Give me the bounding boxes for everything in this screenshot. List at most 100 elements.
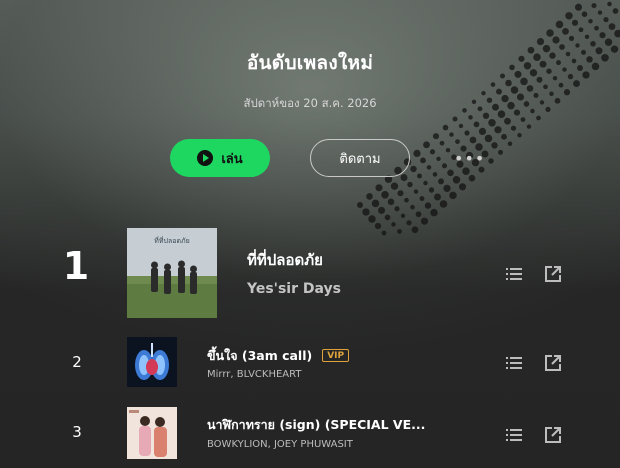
- dot: [536, 115, 541, 121]
- dot: [449, 191, 457, 200]
- play-button[interactable]: เล่น: [170, 139, 270, 177]
- album-cover[interactable]: [127, 337, 177, 387]
- dot: [419, 196, 425, 202]
- dot: [565, 12, 573, 20]
- dot: [478, 127, 487, 136]
- dot: [575, 43, 580, 48]
- dot: [443, 184, 451, 193]
- dot: [603, 16, 609, 23]
- track-row[interactable]: 1 ที่ที่ปลอดภัย ที่ที่ปลอดภัย Yes'sir Da…: [0, 228, 620, 318]
- dot: [607, 1, 612, 7]
- dot: [578, 27, 584, 33]
- follow-button[interactable]: ติดตาม: [310, 139, 410, 177]
- dot: [366, 193, 373, 200]
- dot: [377, 206, 386, 214]
- action-bar: เล่น ติดตาม •••: [170, 139, 530, 177]
- dot: [468, 115, 473, 120]
- track-artists[interactable]: BOWKYLION, JOEY PHUWASIT: [207, 439, 353, 450]
- dot: [552, 36, 560, 44]
- dot: [371, 199, 380, 208]
- dot: [430, 208, 438, 217]
- track-title[interactable]: ขึ้นใจ (3am call): [207, 348, 312, 363]
- dot: [413, 189, 419, 194]
- dot: [536, 37, 545, 46]
- dot: [599, 32, 606, 39]
- chart-header: อันดับเพลงใหม่ สัปดาห์ของ 20 ส.ค. 2026: [0, 48, 620, 113]
- dot: [464, 130, 470, 136]
- dot: [406, 220, 412, 226]
- play-button-label: เล่น: [221, 151, 243, 167]
- dot: [594, 25, 599, 31]
- share-icon[interactable]: [544, 354, 562, 372]
- dot: [415, 211, 422, 218]
- dot: [458, 123, 464, 129]
- dot: [526, 124, 532, 129]
- track-row[interactable]: 3 นาฬิกาทราย (sign) (SPECIAL VE... BOWKY…: [0, 407, 620, 459]
- dot: [423, 180, 428, 186]
- dot: [504, 117, 511, 125]
- dot: [520, 117, 526, 122]
- dot: [390, 182, 399, 190]
- dot: [604, 38, 613, 46]
- dot: [394, 206, 400, 212]
- dot: [588, 18, 593, 24]
- track-rank: 2: [72, 353, 82, 371]
- dot: [424, 202, 432, 209]
- album-cover[interactable]: ที่ที่ปลอดภัย: [127, 228, 217, 318]
- track-rank: 3: [72, 423, 82, 441]
- dot: [404, 197, 409, 203]
- play-icon: [197, 150, 214, 166]
- dot: [574, 3, 583, 11]
- dot: [597, 10, 603, 15]
- dot: [362, 208, 370, 216]
- dot: [510, 125, 517, 131]
- dot: [420, 217, 429, 225]
- cover-title: ที่ที่ปลอดภัย: [154, 236, 189, 245]
- dot: [452, 116, 458, 122]
- dot: [375, 184, 383, 192]
- track-title[interactable]: นาฬิกาทราย (sign) (SPECIAL VE...: [207, 415, 435, 435]
- dot: [612, 8, 619, 14]
- dot: [400, 213, 406, 219]
- dot: [581, 11, 588, 18]
- dot: [381, 191, 389, 199]
- dot: [397, 190, 404, 197]
- dot: [546, 29, 554, 37]
- dot: [584, 34, 590, 40]
- share-icon[interactable]: [544, 265, 562, 283]
- dot: [571, 19, 579, 26]
- dot: [458, 183, 467, 191]
- dot: [410, 204, 415, 210]
- dot: [555, 20, 564, 29]
- dot: [428, 187, 435, 193]
- track-title[interactable]: ที่ที่ปลอดภัย: [247, 248, 447, 272]
- album-cover[interactable]: [127, 407, 177, 459]
- dot: [368, 215, 376, 223]
- dot: [384, 214, 391, 221]
- dot: [391, 222, 396, 227]
- track-row[interactable]: 2 ขึ้นใจ (3am call) VIP Mirrr, BLVCKHEART: [0, 337, 620, 389]
- queue-icon[interactable]: [505, 265, 523, 283]
- share-icon[interactable]: [544, 426, 562, 444]
- vip-badge: VIP: [322, 349, 350, 362]
- dot: [442, 124, 449, 131]
- queue-icon[interactable]: [505, 354, 523, 372]
- track-artists[interactable]: Mirrr, BLVCKHEART: [207, 369, 301, 380]
- dot: [449, 132, 454, 137]
- dot: [473, 121, 480, 128]
- page-subtitle: สัปดาห์ของ 20 ส.ค. 2026: [243, 96, 377, 110]
- dot: [452, 176, 461, 184]
- more-icon[interactable]: •••: [454, 149, 485, 168]
- track-rank: 1: [62, 244, 90, 288]
- track-artists[interactable]: Yes'sir Days: [247, 281, 341, 297]
- dot: [438, 178, 444, 185]
- page-title: อันดับเพลงใหม่: [246, 52, 374, 74]
- dot: [568, 35, 575, 42]
- dot: [614, 29, 620, 38]
- dot: [488, 119, 496, 127]
- queue-icon[interactable]: [505, 426, 523, 444]
- dot: [494, 126, 502, 134]
- dot: [591, 3, 597, 9]
- dot: [517, 132, 522, 138]
- dot: [357, 202, 363, 208]
